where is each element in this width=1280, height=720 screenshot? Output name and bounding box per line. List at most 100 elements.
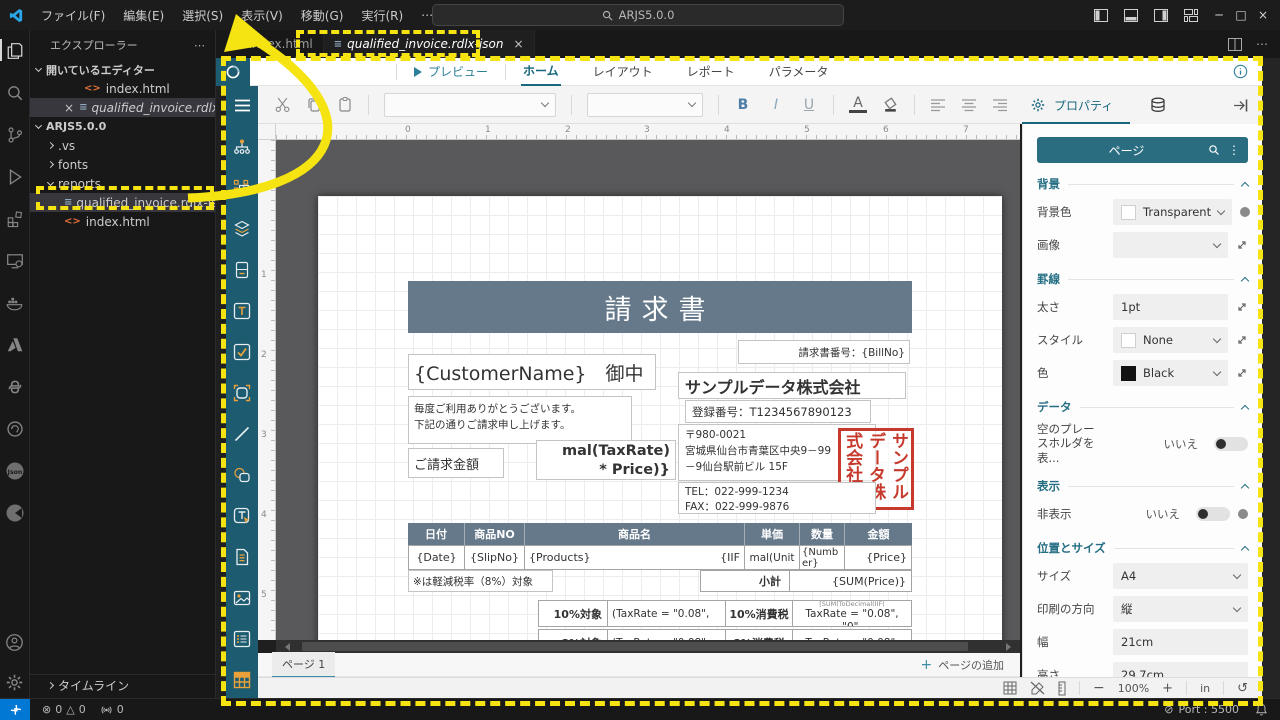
tab-report[interactable]: レポート <box>685 58 737 85</box>
section-background[interactable]: 背景 <box>1037 176 1250 192</box>
customer-name-textbox[interactable]: {CustomerName} 御中 <box>408 354 656 390</box>
history-undo-icon[interactable]: ↺ <box>1237 681 1248 696</box>
paper-size-select[interactable]: A4 <box>1113 563 1248 590</box>
hidden-toggle[interactable] <box>1196 507 1230 522</box>
page-width-input[interactable]: 21cm <box>1113 629 1248 656</box>
copy-icon[interactable] <box>306 97 322 113</box>
tax10-tax-label-cell[interactable]: 10%消費税 <box>725 600 793 627</box>
border-color-select[interactable]: Black <box>1113 360 1228 386</box>
layers-icon[interactable] <box>232 218 252 239</box>
toggle-secondary-sidebar-icon[interactable] <box>1144 0 1178 30</box>
reduced-tax-note-textbox[interactable]: ※は軽減税率（8%）対象 <box>408 570 553 592</box>
json-icon[interactable]: Json <box>2 458 28 483</box>
liveserver-icon[interactable] <box>2 500 28 525</box>
liveshare-icon[interactable] <box>2 416 28 441</box>
tab-home[interactable]: ホーム <box>521 57 561 86</box>
add-page-button[interactable]: + ページの追加 <box>920 657 1004 673</box>
grid-toggle-icon[interactable] <box>1003 681 1017 695</box>
views-more-icon[interactable]: ⋯ <box>194 39 205 52</box>
explorer-icon[interactable] <box>0 38 28 63</box>
folder-root[interactable]: ARJS5.0.0 <box>30 117 215 136</box>
menu-run[interactable]: 実行(R) <box>352 4 412 26</box>
expand-icon[interactable] <box>1236 301 1248 313</box>
file-qualified-invoice-rdlx-json[interactable]: ≡ qualified_invoice.rdlx-json <box>30 193 215 212</box>
menu-selection[interactable]: 選択(S) <box>173 4 232 26</box>
folder-fonts[interactable]: fonts <box>30 155 215 174</box>
hidden-extra-button[interactable] <box>1238 509 1248 520</box>
horizontal-scrollbar[interactable] <box>276 640 1020 653</box>
data-panel-icon[interactable] <box>1149 97 1167 113</box>
orientation-select[interactable]: 縦 <box>1113 596 1248 623</box>
banded-list-icon[interactable] <box>232 259 252 280</box>
preview-button[interactable]: プレビュー <box>412 58 490 85</box>
problems-status[interactable]: ⊗ 0 △ 0 <box>42 703 86 716</box>
tax8-expr-cell[interactable]: (TaxRate = "0.08", <box>607 629 726 640</box>
extensions-icon[interactable] <box>2 206 28 231</box>
source-control-icon[interactable] <box>2 122 28 147</box>
font-size-select[interactable] <box>587 92 703 117</box>
design-canvas[interactable]: 請求書 請求書番号：{BillNo} {CustomerName} 御中 サンプ… <box>276 140 1020 640</box>
cut-icon[interactable] <box>274 96 291 113</box>
container-icon[interactable] <box>232 382 252 403</box>
align-left-icon[interactable] <box>930 98 946 112</box>
line-icon[interactable] <box>232 423 252 444</box>
paste-icon[interactable] <box>337 96 353 113</box>
close-tab-icon[interactable]: × <box>514 37 524 51</box>
empty-placeholder-toggle[interactable] <box>1214 436 1248 451</box>
split-editor-icon[interactable] <box>1228 37 1242 51</box>
cell-date[interactable]: {Date} <box>408 545 465 570</box>
menu-icon[interactable] <box>232 95 252 116</box>
scrollbar-thumb[interactable] <box>302 642 968 651</box>
expand-icon[interactable] <box>1236 367 1248 379</box>
page-tab-1[interactable]: ページ 1 <box>272 651 336 678</box>
folder-reports[interactable]: reports <box>30 174 215 193</box>
command-search-input[interactable]: ARJS5.0.0 <box>432 4 844 26</box>
registration-no-textbox[interactable]: 登録番号：T1234567890123 <box>685 400 871 423</box>
editor-more-icon[interactable]: ⋯ <box>1256 37 1268 51</box>
zoom-level[interactable]: 100% <box>1118 682 1149 695</box>
tab-index-html[interactable]: <> index.html <box>216 30 324 58</box>
text-color-button[interactable]: A <box>849 96 867 113</box>
property-search-icon[interactable] <box>1208 144 1220 156</box>
list-icon[interactable] <box>232 628 252 649</box>
port-status[interactable]: ⊘ Port : 5500 <box>1164 703 1239 716</box>
report-page[interactable]: 請求書 請求書番号：{BillNo} {CustomerName} 御中 サンプ… <box>318 196 1002 640</box>
section-border[interactable]: 罫線 <box>1037 271 1250 287</box>
folder-vs[interactable]: .vs <box>30 136 215 155</box>
image-icon[interactable] <box>232 587 252 608</box>
tel-fax-textbox[interactable]: TEL：022-999-1234 FAX：022-999-9876 <box>678 482 876 514</box>
toggle-panel-icon[interactable] <box>1114 0 1148 30</box>
notifications-bell-icon[interactable] <box>1255 703 1268 716</box>
richtext-icon[interactable] <box>232 505 252 526</box>
ports-status[interactable]: 0 <box>100 703 124 716</box>
greeting-textbox[interactable]: 毎度ご利用ありがとうございます。 下記の通りご請求申し上げます。 <box>408 396 632 444</box>
bold-button[interactable]: B <box>734 97 752 113</box>
shape-icon[interactable] <box>232 464 252 485</box>
menu-edit[interactable]: 編集(E) <box>114 4 173 26</box>
subreport-icon[interactable] <box>232 546 252 567</box>
tax8-label-cell[interactable]: 8%対象 <box>538 629 608 640</box>
tax10-tax-expr-cell[interactable]: [SUM(ToDecimal(IIF( TaxRate = "0.08", "0… <box>792 600 912 627</box>
cell-qty[interactable]: {Number} <box>799 545 845 570</box>
tax8-tax-expr-cell[interactable]: TaxRate = "0.08", <box>792 629 912 640</box>
bg-image-select[interactable] <box>1113 232 1228 258</box>
italic-button[interactable]: I <box>767 97 785 113</box>
property-menu-icon[interactable]: ⋮ <box>1228 143 1240 157</box>
border-weight-input[interactable]: 1pt <box>1113 294 1228 320</box>
bg-color-select[interactable]: Transparent <box>1113 199 1233 225</box>
file-index-html[interactable]: <> index.html <box>30 212 215 231</box>
collapse-panel-icon[interactable] <box>1233 98 1250 113</box>
cell-unitprice[interactable]: mal(Unit <box>744 545 800 570</box>
zoom-in-button[interactable]: + <box>1162 681 1173 696</box>
remote-indicator[interactable] <box>0 698 30 720</box>
cell-slipno[interactable]: {SlipNo} <box>464 545 525 570</box>
remote-explorer-icon[interactable] <box>2 248 28 273</box>
section-position-size[interactable]: 位置とサイズ <box>1037 540 1250 556</box>
checkbox-icon[interactable] <box>232 341 252 362</box>
report-explorer-icon[interactable] <box>232 136 252 157</box>
section-data[interactable]: データ <box>1037 399 1250 415</box>
scroll-right-icon[interactable] <box>1006 642 1011 651</box>
zoom-out-button[interactable]: − <box>1093 680 1105 696</box>
amount-label-textbox[interactable]: ご請求金額 <box>408 448 504 478</box>
azure-icon[interactable] <box>2 332 28 357</box>
